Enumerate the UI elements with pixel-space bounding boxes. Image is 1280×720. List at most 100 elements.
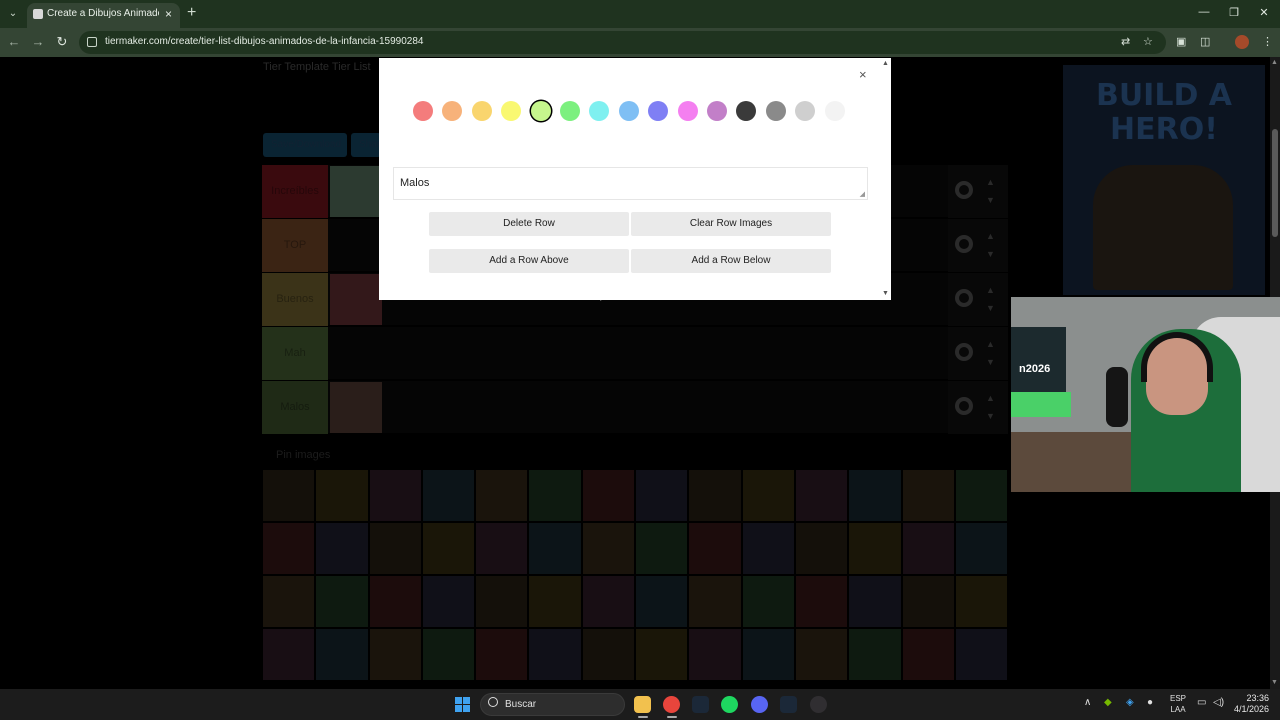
pool-image[interactable] — [688, 628, 742, 681]
tier-item-image[interactable] — [330, 274, 382, 325]
modal-scroll-up-icon[interactable]: ▲ — [882, 60, 889, 67]
tier-label[interactable]: TOP — [262, 219, 328, 272]
color-swatch[interactable] — [765, 101, 786, 121]
pool-image[interactable] — [954, 628, 1009, 681]
chevron-up-icon[interactable]: ▲ — [986, 339, 995, 349]
more-menu-icon[interactable]: ⋮ — [1262, 35, 1273, 48]
pool-image[interactable] — [315, 575, 369, 628]
pool-image[interactable] — [368, 628, 422, 681]
gear-icon[interactable] — [955, 181, 973, 199]
scroll-thumb[interactable] — [1272, 129, 1278, 237]
pool-image[interactable] — [528, 522, 582, 575]
color-swatch[interactable] — [471, 101, 492, 121]
reload-icon[interactable]: ↻ — [54, 34, 70, 50]
chevron-down-icon[interactable]: ▼ — [986, 357, 995, 367]
color-swatch[interactable] — [530, 101, 551, 121]
spotify-icon[interactable] — [721, 696, 738, 713]
resize-handle-icon[interactable]: ◢ — [860, 190, 865, 198]
pool-image[interactable] — [741, 575, 795, 628]
pool-image[interactable] — [368, 469, 422, 522]
pool-image[interactable] — [848, 469, 902, 522]
color-swatch[interactable] — [824, 101, 845, 121]
pool-image[interactable] — [475, 522, 529, 575]
window-close-button[interactable]: ✕ — [1256, 6, 1272, 19]
color-swatch[interactable] — [501, 101, 522, 121]
color-swatch[interactable] — [589, 101, 610, 121]
pool-image[interactable] — [421, 575, 476, 628]
chevron-down-icon[interactable]: ▼ — [986, 249, 995, 259]
pool-image[interactable] — [421, 522, 476, 575]
advertisement[interactable]: BUILD A HERO! — [1063, 65, 1265, 295]
chevron-down-icon[interactable]: ▼ — [986, 195, 995, 205]
volume-icon[interactable]: ◁) — [1213, 697, 1224, 708]
pool-image[interactable] — [688, 522, 742, 575]
save-download-button[interactable]: Save/Download — [263, 133, 347, 157]
delete-row-button[interactable]: Delete Row — [429, 212, 629, 236]
pool-image[interactable] — [848, 522, 902, 575]
scroll-up-icon[interactable]: ▲ — [1271, 59, 1278, 66]
pool-image[interactable] — [901, 575, 955, 628]
pool-image[interactable] — [315, 522, 369, 575]
pool-image[interactable] — [475, 628, 529, 681]
pool-image[interactable] — [262, 469, 316, 522]
taskbar-search[interactable]: Buscar — [480, 693, 625, 716]
pool-image[interactable] — [901, 469, 955, 522]
clear-row-images-button[interactable]: Clear Row Images — [631, 212, 831, 236]
pool-image[interactable] — [741, 628, 795, 681]
pool-image[interactable] — [368, 575, 422, 628]
pool-image[interactable] — [954, 575, 1009, 628]
add-row-above-button[interactable]: Add a Row Above — [429, 249, 629, 273]
translate-icon[interactable]: ⇄ — [1121, 35, 1130, 48]
url-text[interactable]: tiermaker.com/create/tier-list-dibujos-a… — [105, 36, 423, 47]
pool-image[interactable] — [581, 469, 636, 522]
pool-image[interactable] — [581, 575, 636, 628]
network-icon[interactable]: ▭ — [1197, 697, 1206, 708]
tier-item-image[interactable] — [330, 166, 382, 217]
pool-image[interactable] — [421, 628, 476, 681]
color-swatch[interactable] — [618, 101, 639, 121]
back-arrow-icon[interactable]: ← — [6, 34, 22, 49]
pool-image[interactable] — [581, 522, 636, 575]
pool-image[interactable] — [635, 575, 689, 628]
pool-image[interactable] — [421, 469, 476, 522]
pool-image[interactable] — [368, 522, 422, 575]
obs-icon[interactable] — [810, 696, 827, 713]
nvidia-icon[interactable]: ◆ — [1104, 697, 1112, 708]
pool-image[interactable] — [262, 522, 316, 575]
row-name-textarea[interactable]: Malos ◢ — [393, 167, 868, 200]
pool-image[interactable] — [794, 469, 849, 522]
gear-icon[interactable] — [955, 289, 973, 307]
browser-tab[interactable]: Create a Dibujos Animados de la Infancia… — [27, 3, 180, 28]
pool-image[interactable] — [848, 628, 902, 681]
system-clock[interactable]: 23:36 4/1/2026 — [1231, 693, 1269, 715]
modal-scroll-down-icon[interactable]: ▼ — [882, 290, 889, 297]
tier-label[interactable]: Buenos — [262, 273, 328, 326]
site-info-icon[interactable] — [87, 37, 97, 47]
chevron-down-icon[interactable]: ▼ — [986, 303, 995, 313]
pool-image[interactable] — [528, 575, 582, 628]
pool-image[interactable] — [315, 628, 369, 681]
pool-image[interactable] — [688, 575, 742, 628]
bookmark-star-icon[interactable]: ☆ — [1143, 35, 1153, 48]
color-swatch[interactable] — [795, 101, 816, 121]
microphone-tray-icon[interactable]: ● — [1147, 697, 1153, 708]
file-explorer-icon[interactable] — [634, 696, 651, 713]
gear-icon[interactable] — [955, 343, 973, 361]
tier-label[interactable]: Mah — [262, 327, 328, 380]
chrome-icon[interactable] — [663, 696, 680, 713]
pool-image[interactable] — [954, 469, 1009, 522]
pool-image[interactable] — [794, 575, 849, 628]
forward-arrow-icon[interactable]: → — [30, 34, 46, 49]
minimize-button[interactable]: — — [1196, 6, 1212, 18]
pool-image[interactable] — [954, 522, 1009, 575]
show-hidden-icons-icon[interactable]: ∧ — [1084, 697, 1091, 708]
color-swatch[interactable] — [413, 101, 433, 121]
close-icon[interactable]: × — [859, 67, 867, 82]
chevron-up-icon[interactable]: ▲ — [986, 393, 995, 403]
pool-image[interactable] — [315, 469, 369, 522]
chevron-down-icon[interactable]: ▼ — [986, 411, 995, 421]
pool-image[interactable] — [262, 628, 316, 681]
pool-image[interactable] — [581, 628, 636, 681]
pool-image[interactable] — [794, 628, 849, 681]
address-bar[interactable]: tiermaker.com/create/tier-list-dibujos-a… — [79, 31, 1166, 54]
